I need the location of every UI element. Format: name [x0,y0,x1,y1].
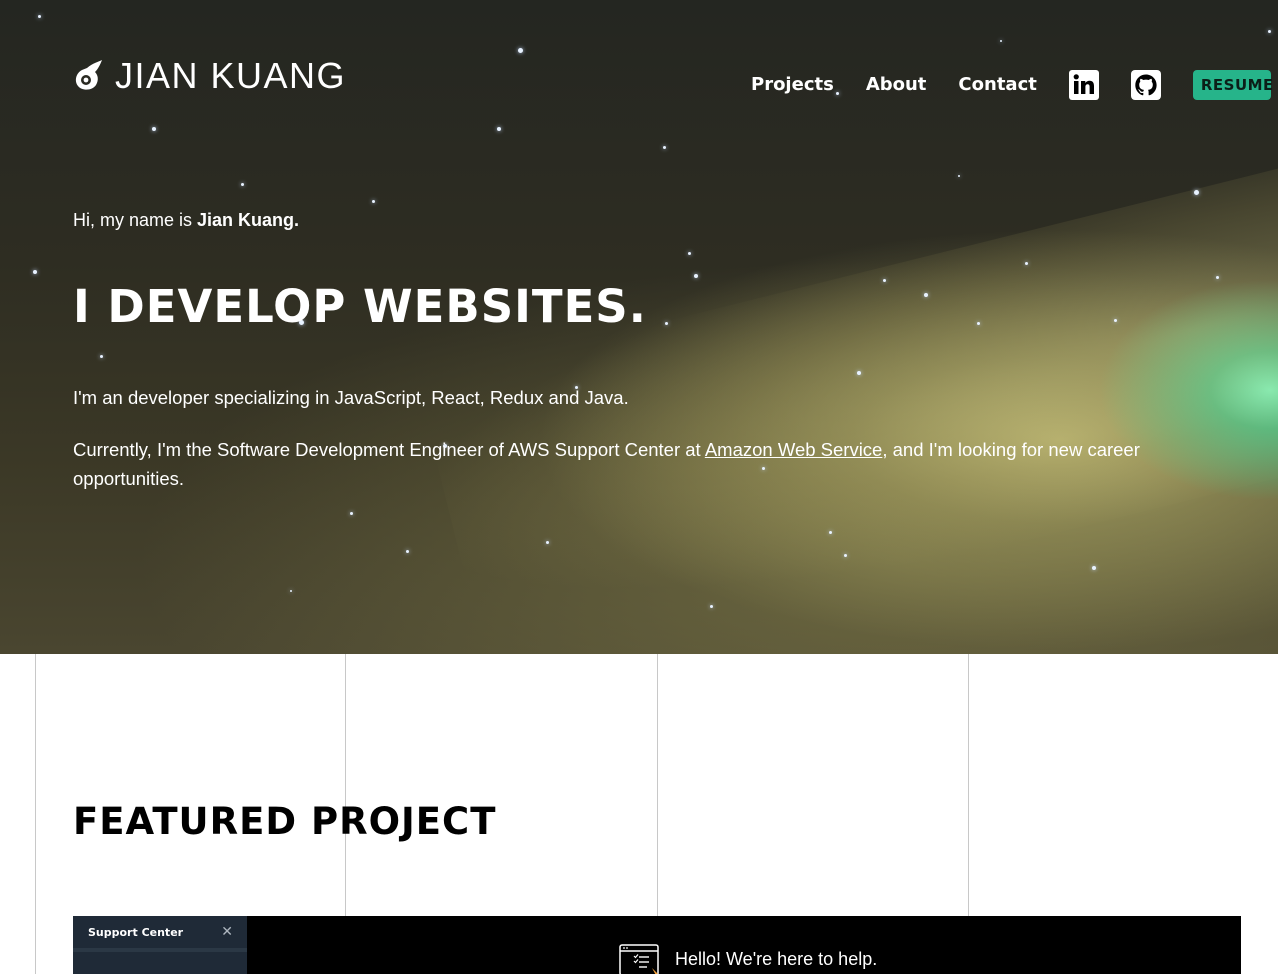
star [290,590,292,592]
hero-description-current-role: Currently, I'm the Software Development … [73,435,1183,493]
star [1194,190,1199,195]
star [1114,319,1117,322]
preview-hello-text: Hello! We're here to help. [675,948,878,969]
star [688,252,691,255]
hero-section: JIAN KUANG Projects About Contact RESUME… [0,0,1278,654]
grid-line [968,654,969,916]
star [710,605,713,608]
star [924,293,928,297]
site-logo[interactable]: JIAN KUANG [73,58,346,94]
star [546,541,549,544]
star [33,270,37,274]
star [1092,566,1096,570]
star [1000,40,1002,42]
close-icon[interactable]: ✕ [221,924,233,940]
star [1268,30,1271,33]
star [100,355,103,358]
preview-hello-banner: Hello! We're here to help. [619,944,877,974]
section-divider-cap [0,654,35,670]
main-nav: Projects About Contact RESUME [751,70,1273,100]
star [829,531,832,534]
comet-logo-icon [75,60,102,90]
preview-sidebar-header: Support Center ✕ [73,916,247,948]
section-divider-cap [346,654,657,670]
grid-line [35,654,36,974]
featured-project-title: FEATURED PROJECT [73,800,497,843]
preview-sidebar: Support Center ✕ [73,916,247,974]
hero-description-skills: I'm an developer specializing in JavaScr… [73,387,629,408]
grid-line [657,654,658,916]
star [372,200,375,203]
support-checklist-icon [619,944,659,974]
logo-text: JIAN KUANG [115,55,347,96]
comet-glow [417,165,1278,654]
nav-projects-link[interactable]: Projects [751,72,834,98]
star [883,279,886,282]
star [406,550,409,553]
star [350,512,353,515]
star [497,127,501,131]
star [958,175,960,177]
desc2-prefix: Currently, I'm the Software Development … [73,439,705,460]
hero-headline: I DEVELOP WEBSITES. [73,280,647,333]
amazon-web-service-link[interactable]: Amazon Web Service [705,439,883,460]
linkedin-icon[interactable] [1068,70,1099,100]
star [1025,262,1028,265]
featured-project-preview[interactable]: Support Center ✕ Hello! We're here to he… [73,916,1241,974]
preview-sidebar-divider [73,948,247,952]
resume-button[interactable]: RESUME [1192,70,1273,100]
section-divider-cap [969,654,1278,670]
github-icon[interactable] [1130,70,1161,100]
intro-text: Hi, my name is Jian Kuang. [73,210,299,231]
nav-about-link[interactable]: About [866,72,927,98]
star [663,146,666,149]
nav-contact-link[interactable]: Contact [958,72,1036,98]
star [38,15,41,18]
star [694,274,698,278]
star [241,183,244,186]
star [844,554,847,557]
grid-line [345,654,346,916]
star [518,48,523,53]
intro-prefix: Hi, my name is [73,210,198,230]
star [977,322,980,325]
star [665,322,668,325]
intro-name: Jian Kuang. [197,210,300,230]
star [1216,276,1219,279]
star [152,127,156,131]
preview-sidebar-title: Support Center [88,925,184,939]
star [857,371,861,375]
